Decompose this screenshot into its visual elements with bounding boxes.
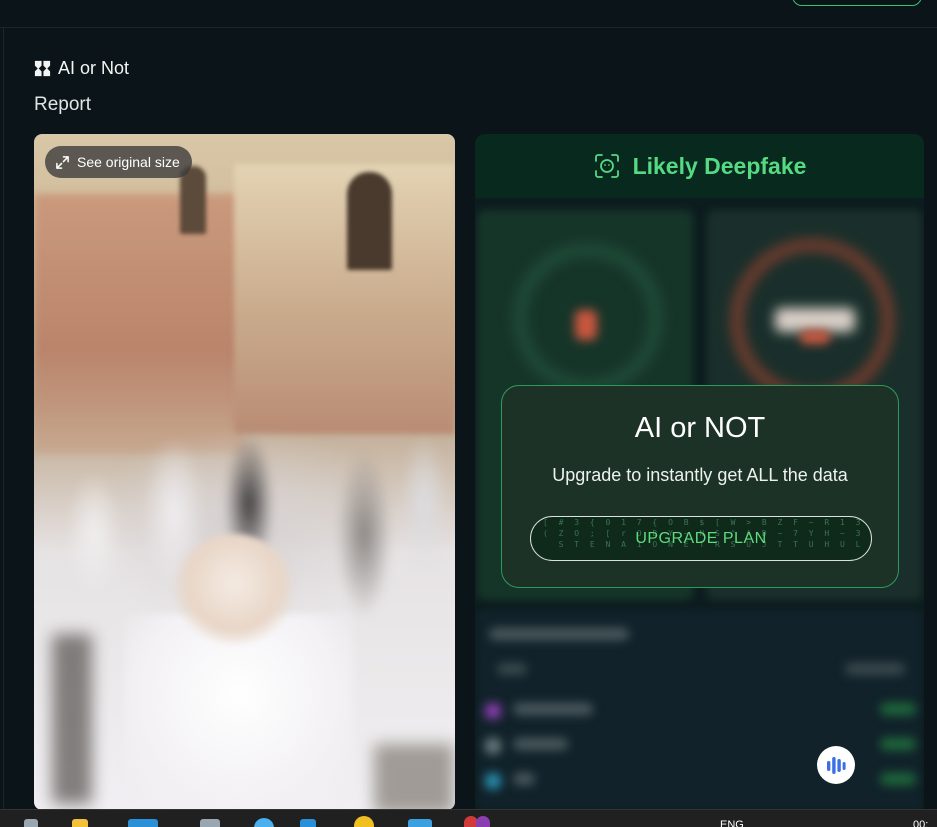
see-original-size-label: See original size — [77, 154, 180, 170]
page-title: Report — [34, 94, 92, 115]
taskbar-app-icon[interactable] — [128, 819, 158, 827]
taskbar-app-icon[interactable] — [476, 816, 490, 827]
taskbar-app-icon[interactable] — [200, 819, 220, 827]
taskbar-app-icon[interactable] — [72, 819, 88, 827]
face-scan-icon — [594, 154, 619, 178]
audio-bars-icon — [827, 757, 846, 774]
upgrade-plan-label: UPGRADE PLAN — [635, 529, 767, 547]
voice-assistant-button[interactable] — [817, 746, 855, 784]
left-divider — [3, 28, 4, 818]
upsell-title: AI or NOT — [634, 412, 766, 444]
taskbar-language[interactable]: ENG — [720, 819, 744, 827]
analyzed-image — [34, 134, 455, 810]
taskbar-app-icon[interactable] — [254, 818, 274, 827]
taskbar-app-icon[interactable] — [408, 819, 432, 827]
verdict-banner: Likely Deepfake — [475, 134, 924, 198]
taskbar-clock[interactable]: 00: — [913, 819, 928, 827]
expand-icon — [56, 155, 69, 169]
top-nav-button[interactable] — [792, 0, 922, 6]
taskbar-app-icon[interactable] — [300, 819, 316, 827]
top-navigation-bar — [0, 0, 937, 28]
upgrade-modal: AI or NOT Upgrade to instantly get ALL t… — [501, 385, 899, 588]
brand-name: AI or Not — [58, 58, 130, 78]
see-original-size-button[interactable]: See original size — [45, 146, 192, 178]
taskbar-app-icon[interactable] — [24, 819, 38, 827]
verdict-label: Likely Deepfake — [632, 152, 807, 179]
taskbar-app-icon[interactable] — [354, 816, 374, 827]
aiornot-logo-icon — [34, 60, 51, 77]
os-taskbar: ENG 00: — [0, 809, 937, 827]
upgrade-plan-button[interactable]: [ # 3 { 0 1 7 { O B $ [ W > B Z F ~ R 1 … — [530, 516, 872, 561]
upsell-subtitle: Upgrade to instantly get ALL the data — [552, 465, 848, 485]
brand: AI or Not — [33, 58, 129, 79]
